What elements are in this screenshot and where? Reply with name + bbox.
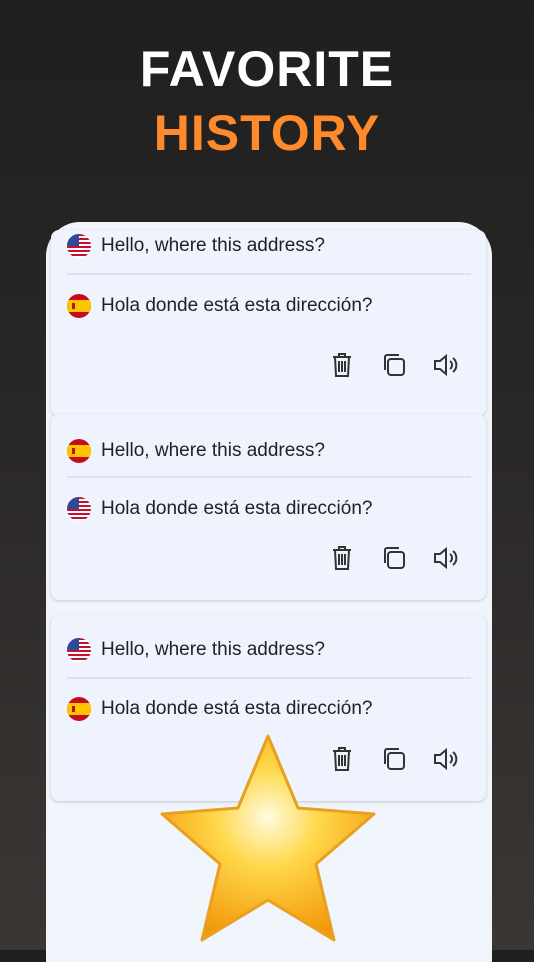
target-text: Hola donde está esta dirección? [101, 295, 373, 316]
target-row: Hola donde está esta dirección? [67, 495, 372, 523]
history-card[interactable]: Hello, where this address? Hola donde es… [51, 230, 486, 416]
us-flag-icon [67, 497, 91, 521]
copy-icon[interactable] [378, 349, 410, 381]
target-row: Hola donde está esta dirección? [67, 292, 372, 320]
us-flag-icon [67, 638, 91, 662]
source-row: Hello, where this address? [67, 636, 325, 664]
trash-icon[interactable] [326, 349, 358, 381]
copy-icon[interactable] [378, 542, 410, 574]
target-row: Hola donde está esta dirección? [67, 695, 372, 723]
us-flag-icon [67, 234, 91, 258]
divider [67, 273, 471, 275]
copy-icon[interactable] [378, 743, 410, 775]
speaker-icon[interactable] [430, 542, 462, 574]
es-flag-icon [67, 294, 91, 318]
speaker-icon[interactable] [430, 743, 462, 775]
trash-icon[interactable] [326, 542, 358, 574]
card-actions [326, 349, 462, 381]
target-text: Hola donde está esta dirección? [101, 698, 373, 719]
divider [67, 476, 471, 478]
history-card[interactable]: Hello, where this address? Hola donde es… [51, 414, 486, 600]
source-text: Hello, where this address? [101, 639, 325, 660]
headline-history: HISTORY [153, 105, 381, 161]
divider [67, 677, 471, 679]
headline-favorite: FAVORITE [139, 41, 395, 97]
star-icon [160, 734, 376, 942]
es-flag-icon [67, 697, 91, 721]
speaker-icon[interactable] [430, 349, 462, 381]
target-text: Hola donde está esta dirección? [101, 498, 373, 519]
es-flag-icon [67, 439, 91, 463]
source-text: Hello, where this address? [101, 235, 325, 256]
card-actions [326, 542, 462, 574]
source-row: Hello, where this address? [67, 437, 325, 465]
source-text: Hello, where this address? [101, 440, 325, 461]
source-row: Hello, where this address? [67, 232, 325, 260]
